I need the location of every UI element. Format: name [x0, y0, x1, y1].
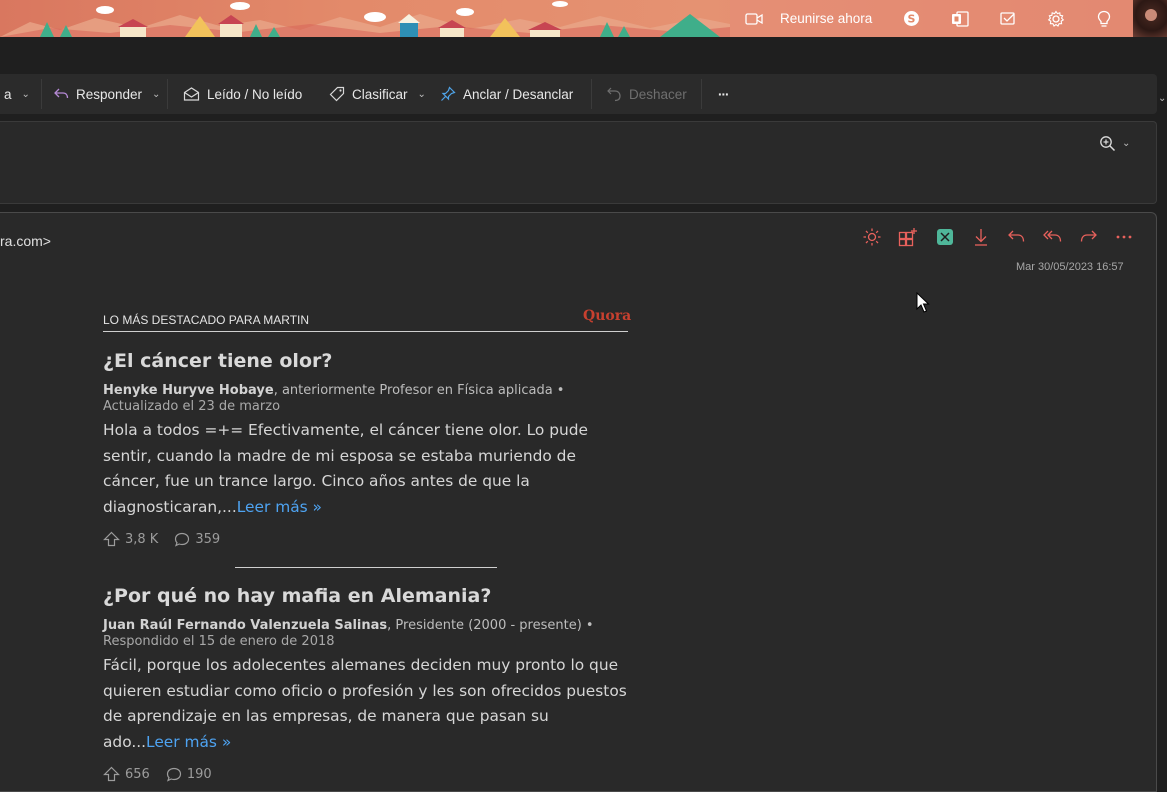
- read-more-link[interactable]: Leer más »: [237, 498, 322, 516]
- tag-icon: [329, 86, 345, 102]
- story-author-line: Juan Raúl Fernando Valenzuela Salinas, P…: [103, 618, 628, 634]
- reply-icon[interactable]: [1005, 226, 1027, 248]
- read-unread-label: Leído / No leído: [207, 86, 303, 102]
- toolbar-divider: [701, 79, 702, 109]
- quora-logo[interactable]: Quora: [583, 308, 631, 324]
- comment-count: 190: [186, 766, 212, 782]
- story-title[interactable]: ¿El cáncer tiene olor?: [103, 350, 332, 372]
- command-bar: a ⌄ Responder ⌄ Leído / No leído Clasifi…: [0, 74, 1157, 114]
- envelope-open-icon: [183, 87, 200, 101]
- story-stats: 3,8 K 359: [103, 531, 230, 547]
- story-body: Fácil, porque los adolecentes alemanes d…: [103, 653, 628, 756]
- upvote-arrow-icon: [103, 766, 120, 782]
- comment-count: 359: [195, 531, 221, 547]
- categorize-label: Clasificar: [352, 86, 408, 102]
- story-excerpt: Hola a todos =+= Efectivamente, el cánce…: [103, 421, 588, 517]
- chevron-down-icon: ⌄: [417, 88, 426, 100]
- top-banner: Reunirse ahora S: [0, 0, 1167, 37]
- story-updated: Actualizado el 23 de marzo: [103, 399, 281, 414]
- story-credential: , Presidente (2000 - presente) •: [387, 618, 594, 633]
- settings-gear-icon[interactable]: [1047, 0, 1065, 37]
- chevron-down-icon: ⌄: [21, 88, 30, 100]
- pin-unpin-button[interactable]: Anclar / Desanclar: [440, 74, 573, 114]
- upvote-button[interactable]: 3,8 K: [103, 531, 158, 547]
- digest-header-label: LO MÁS DESTACADO PARA MARTIN: [103, 313, 310, 327]
- forward-icon[interactable]: [1078, 226, 1100, 248]
- story-updated: Respondido el 15 de enero de 2018: [103, 634, 335, 649]
- reply-button[interactable]: Responder ⌄: [53, 74, 160, 114]
- comment-bubble-icon: [175, 532, 190, 547]
- user-avatar[interactable]: [1133, 0, 1167, 37]
- upvote-button[interactable]: 656: [103, 766, 150, 782]
- video-camera-icon[interactable]: [745, 0, 763, 37]
- reply-all-icon[interactable]: [1041, 226, 1063, 248]
- zoom-in-icon: [1100, 136, 1116, 152]
- more-options-button[interactable]: ···: [718, 74, 729, 114]
- story-stats: 656 190: [103, 766, 222, 782]
- read-more-link[interactable]: Leer más »: [146, 733, 231, 751]
- comments-button[interactable]: 190: [166, 767, 212, 782]
- story-credential: , anteriormente Profesor en Física aplic…: [273, 383, 565, 398]
- story-divider: [235, 567, 497, 568]
- sender-address: ra.com>: [0, 233, 51, 249]
- brightness-icon[interactable]: [861, 226, 883, 248]
- story-title[interactable]: ¿Por qué no hay mafia en Alemania?: [103, 585, 491, 607]
- reply-icon: [54, 88, 69, 99]
- more-icon[interactable]: [1113, 226, 1135, 248]
- meet-now-label: Reunirse ahora: [780, 11, 873, 26]
- pin-icon: [441, 86, 456, 101]
- move-to-button[interactable]: a ⌄: [4, 74, 30, 114]
- upvote-count: 656: [125, 766, 150, 782]
- pin-unpin-label: Anclar / Desanclar: [463, 86, 574, 102]
- story-author[interactable]: Henyke Huryve Hobaye: [103, 383, 274, 398]
- ribbon-collapse-chevron-icon[interactable]: ⌄: [1158, 93, 1166, 104]
- meeting-icon[interactable]: [934, 226, 956, 248]
- toolbar-divider: [41, 79, 42, 109]
- meet-now-button[interactable]: Reunirse ahora: [780, 0, 872, 37]
- skype-icon[interactable]: S: [903, 0, 920, 37]
- categorize-button[interactable]: Clasificar ⌄: [329, 74, 426, 114]
- story-body: Hola a todos =+= Efectivamente, el cánce…: [103, 418, 628, 521]
- toolbar-divider: [167, 79, 168, 109]
- more-options-label: ···: [718, 86, 729, 102]
- add-apps-icon[interactable]: [897, 226, 919, 248]
- zoom-button[interactable]: ⌄: [1099, 135, 1130, 152]
- comment-bubble-icon: [166, 767, 181, 782]
- office-icon[interactable]: [951, 0, 969, 37]
- story-author[interactable]: Juan Raúl Fernando Valenzuela Salinas: [103, 618, 387, 633]
- message-date: Mar 30/05/2023 16:57: [1016, 261, 1124, 273]
- mouse-cursor-icon: [916, 292, 930, 313]
- undo-button[interactable]: Deshacer: [606, 74, 687, 114]
- move-to-label: a: [4, 86, 12, 102]
- chevron-down-icon: ⌄: [1122, 138, 1131, 149]
- read-unread-button[interactable]: Leído / No leído: [183, 74, 302, 114]
- story-author-line: Henyke Huryve Hobaye, anteriormente Prof…: [103, 383, 628, 399]
- undo-icon: [607, 87, 621, 102]
- banner-landscape-illustration: [0, 1, 730, 37]
- message-header-panel: [0, 121, 1157, 204]
- svg-text:S: S: [908, 13, 916, 26]
- undo-label: Deshacer: [629, 86, 687, 102]
- upvote-arrow-icon: [103, 531, 120, 547]
- upvote-count: 3,8 K: [125, 531, 159, 547]
- lightbulb-icon[interactable]: [1096, 0, 1112, 37]
- comments-button[interactable]: 359: [174, 532, 220, 547]
- toolbar-divider: [591, 79, 592, 109]
- chevron-down-icon: ⌄: [152, 88, 161, 100]
- reply-label: Responder: [76, 86, 143, 102]
- download-icon[interactable]: [970, 226, 992, 248]
- feedback-icon[interactable]: [999, 0, 1017, 37]
